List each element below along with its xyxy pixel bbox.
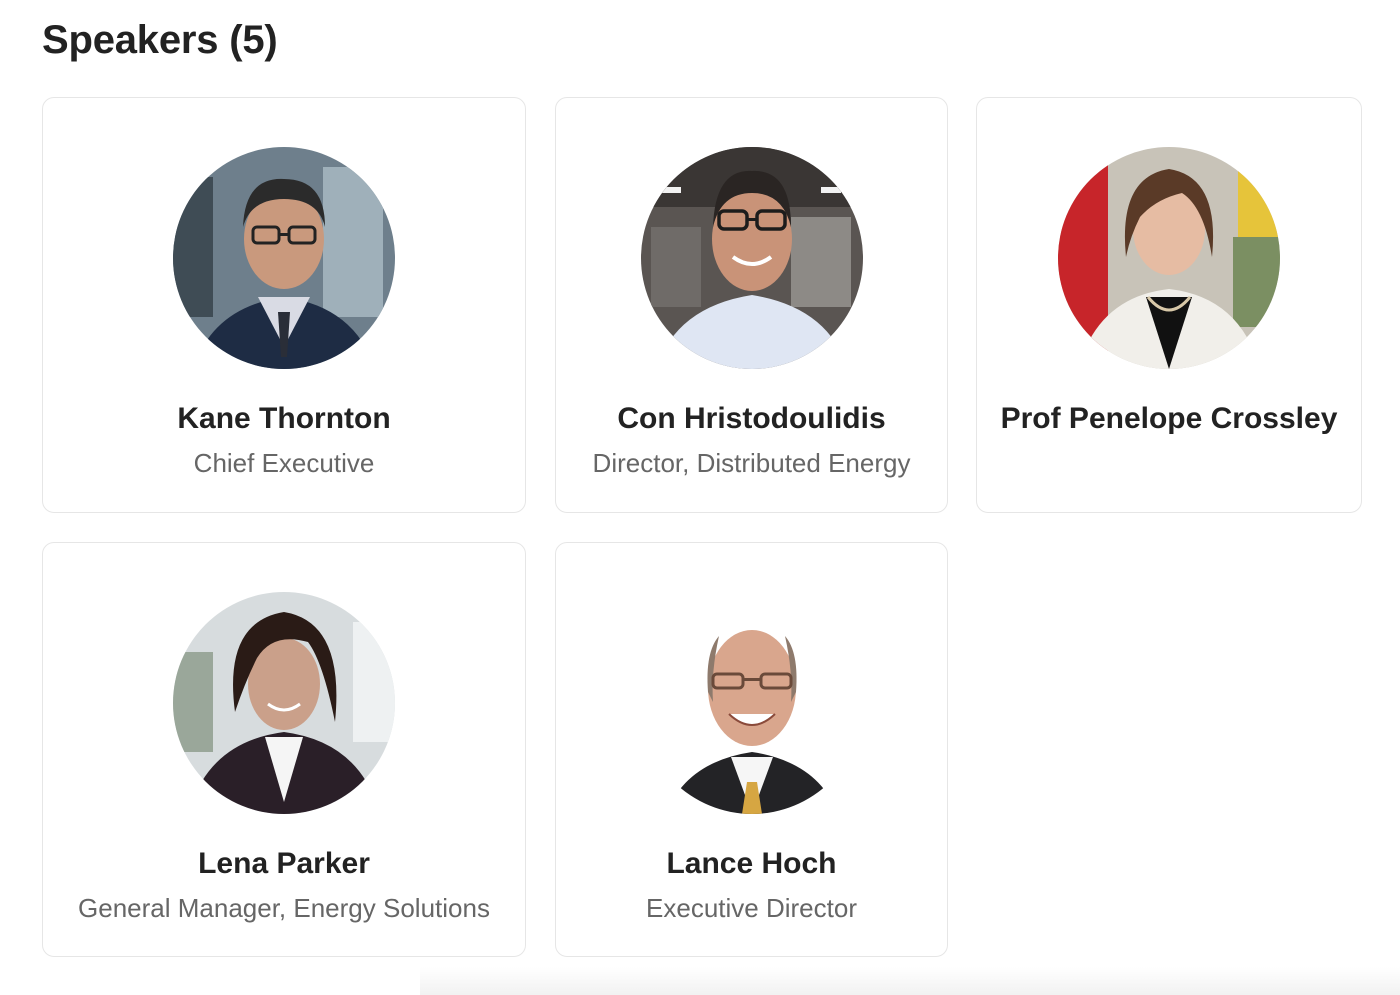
person-photo-icon	[173, 147, 395, 369]
page-title: Speakers (5)	[42, 18, 278, 62]
person-photo-icon	[173, 592, 395, 814]
speaker-name[interactable]: Lance Hoch	[556, 847, 947, 881]
person-photo-icon	[640, 147, 863, 369]
person-photo-icon	[640, 592, 863, 814]
speaker-avatar[interactable]	[173, 147, 395, 369]
speaker-card[interactable]: Kane Thornton Chief Executive	[42, 97, 526, 513]
speaker-name[interactable]: Kane Thornton	[43, 402, 525, 436]
speaker-name[interactable]: Con Hristodoulidis	[556, 402, 947, 436]
speaker-role: General Manager, Energy Solutions	[78, 893, 490, 923]
person-photo-icon	[1058, 147, 1280, 369]
speaker-name[interactable]: Prof Penelope Crossley	[977, 402, 1361, 436]
speaker-avatar[interactable]	[173, 592, 395, 814]
speaker-card[interactable]: Prof Penelope Crossley	[976, 97, 1362, 513]
speaker-avatar[interactable]	[640, 147, 863, 369]
speaker-avatar[interactable]	[1058, 147, 1280, 369]
speaker-card[interactable]: Lance Hoch Executive Director	[555, 542, 948, 957]
speaker-avatar[interactable]	[640, 592, 863, 814]
speaker-card[interactable]: Con Hristodoulidis Director, Distributed…	[555, 97, 948, 513]
speaker-role: Chief Executive	[193, 448, 375, 478]
bottom-shadow	[420, 967, 1400, 995]
speaker-role: Executive Director	[646, 893, 857, 923]
speaker-role: Director, Distributed Energy	[592, 448, 911, 478]
speaker-card[interactable]: Lena Parker General Manager, Energy Solu…	[42, 542, 526, 957]
speaker-name[interactable]: Lena Parker	[43, 847, 525, 881]
